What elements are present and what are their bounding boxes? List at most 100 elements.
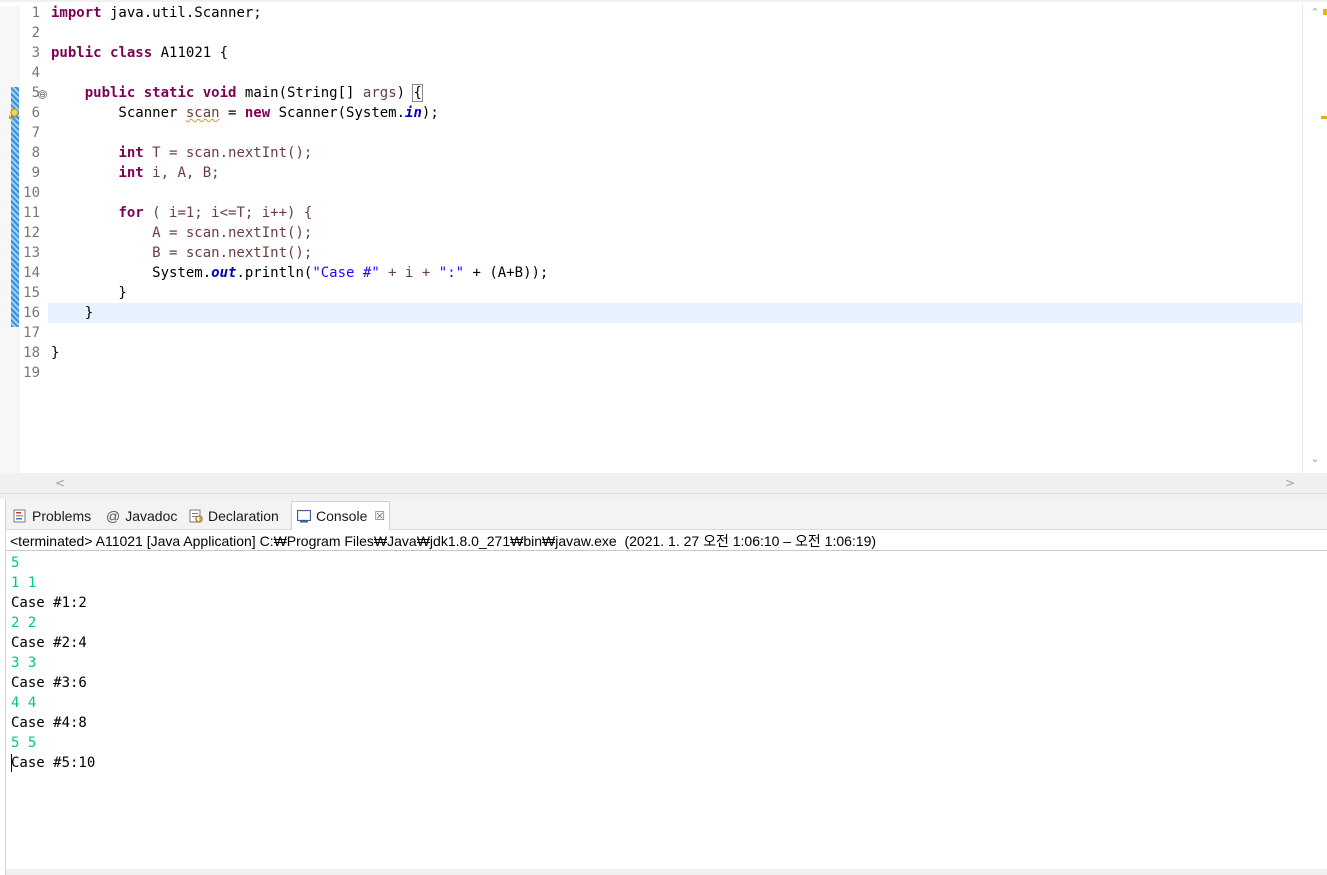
code-text-area[interactable]: import java.util.Scanner; public class A… — [48, 3, 1302, 473]
parameter-name: args — [362, 85, 397, 101]
tab-problems[interactable]: Problems — [8, 502, 95, 530]
line-number: 2 — [31, 25, 40, 41]
panel-tab-bar: Problems @ Javadoc Declaration Console ☒ — [6, 499, 1327, 530]
tab-label: Declaration — [208, 508, 279, 524]
code-text: ); — [421, 105, 439, 121]
at-sign-icon: @ — [106, 508, 121, 524]
code-editor[interactable]: ⊖ 1 2 3 4 5 6 7 8 9 10 11 12 13 14 15 16 17 18 19 import j… — [0, 0, 1327, 493]
line-number: 3 — [31, 45, 40, 61]
line-number: 10 — [23, 185, 40, 201]
code-text: .println( — [236, 265, 313, 281]
keyword: static — [143, 85, 195, 101]
matching-brace: { — [412, 84, 423, 102]
keyword: for — [118, 205, 144, 221]
code-text: = — [219, 105, 245, 121]
code-line-8: int T = scan.nextInt(); — [51, 143, 1301, 163]
line-number: 16 — [23, 305, 40, 321]
tab-label: Javadoc — [125, 508, 178, 524]
scroll-right-arrow[interactable]: > — [1284, 477, 1296, 489]
console-output-line: Case #3:6 — [11, 675, 87, 691]
scroll-corner — [0, 473, 48, 493]
code-text: A11021 { — [152, 45, 229, 61]
line-number: 19 — [23, 365, 40, 381]
warning-overview-marker[interactable] — [1323, 9, 1327, 15]
console-icon — [296, 508, 312, 524]
string-literal: ":" — [438, 265, 465, 281]
console-input-line: 5 — [11, 555, 20, 571]
code-line-13: B = scan.nextInt(); — [51, 245, 313, 261]
panel-bottom-border — [6, 869, 1327, 875]
line-number: 11 — [23, 205, 40, 221]
code-line-5: public static void main(String[] args) { — [51, 83, 1301, 103]
keyword: class — [110, 45, 153, 61]
code-line-1: import java.util.Scanner; — [51, 3, 1301, 23]
line-number: 14 — [23, 265, 40, 281]
line-number: 17 — [23, 325, 40, 341]
code-line-14: System.out.println("Case #" + i + ":" + … — [51, 263, 1301, 283]
line-number: 9 — [31, 165, 40, 181]
horizontal-scrollbar[interactable]: < > — [48, 473, 1302, 493]
console-output[interactable]: 5 1 1 Case #1:2 2 2 Case #2:4 3 3 Case #3:6 4 4… — [6, 551, 1327, 869]
string-literal: "Case #" — [312, 265, 380, 281]
line-number: 5 — [31, 85, 40, 101]
keyword: int — [118, 165, 144, 181]
line-number: 18 — [23, 345, 40, 361]
code-text: Scanner — [51, 105, 186, 121]
code-line-9: int i, A, B; — [51, 163, 1301, 183]
code-line-6: Scanner scan = new Scanner(System.in); — [51, 103, 1301, 123]
static-field: in — [405, 105, 422, 121]
keyword: public — [84, 85, 136, 101]
code-line-15: } — [51, 285, 127, 301]
code-text: ( i=1; i<=T; i++) { — [143, 205, 313, 221]
code-text: Scanner(System. — [270, 105, 406, 121]
code-line-18: } — [51, 345, 60, 361]
console-output-line: Case #4:8 — [11, 715, 87, 731]
static-field: out — [211, 265, 237, 281]
code-text: i, A, B; — [143, 165, 220, 181]
console-input-line: 3 3 — [11, 655, 37, 671]
warning-overview-marker[interactable] — [1321, 116, 1327, 119]
line-number: 7 — [31, 125, 40, 141]
scroll-corner — [1302, 473, 1327, 493]
tab-console[interactable]: Console ☒ — [291, 501, 391, 530]
code-text: ) — [396, 85, 414, 101]
code-line-3: public class A11021 { — [51, 43, 1301, 63]
keyword: int — [118, 145, 144, 161]
code-text: + (A+B)); — [464, 265, 549, 281]
code-text: System. — [51, 265, 212, 281]
code-text: main(String[] — [236, 85, 363, 101]
quick-diff-change-bar — [11, 87, 19, 327]
scroll-down-arrow[interactable]: ⌄ — [1309, 453, 1321, 465]
console-output-line: Case #1:2 — [11, 595, 87, 611]
line-number: 12 — [23, 225, 40, 241]
console-status-line: <terminated> A11021 [Java Application] C… — [6, 530, 1327, 551]
lightbulb-warning-icon[interactable] — [9, 108, 20, 119]
console-input-line: 2 2 — [11, 615, 37, 631]
scroll-up-arrow[interactable]: ⌃ — [1309, 7, 1321, 19]
tab-javadoc[interactable]: @ Javadoc — [102, 502, 181, 530]
keyword: new — [244, 105, 271, 121]
text-caret — [11, 754, 12, 772]
tab-label: Console — [316, 508, 368, 524]
console-output-line: Case #5:10 — [11, 755, 96, 771]
keyword: import — [51, 5, 102, 21]
line-number: 8 — [31, 145, 40, 161]
console-input-line: 5 5 — [11, 735, 37, 751]
tab-declaration[interactable]: Declaration — [184, 502, 283, 530]
close-icon[interactable]: ☒ — [374, 509, 385, 523]
line-number: 15 — [23, 285, 40, 301]
console-input-line: 1 1 — [11, 575, 37, 591]
console-input-line: 4 4 — [11, 695, 37, 711]
eclipse-ide-window: ⊖ 1 2 3 4 5 6 7 8 9 10 11 12 13 14 15 16 17 18 19 import j… — [0, 0, 1327, 875]
line-number: 1 — [31, 5, 40, 21]
overview-ruler[interactable]: ⌃ ⌄ — [1302, 3, 1327, 473]
line-number: 4 — [31, 65, 40, 81]
code-line-16: } — [51, 305, 94, 321]
scroll-left-arrow[interactable]: < — [54, 477, 66, 489]
editor-top-border — [0, 0, 1327, 2]
tab-label: Problems — [32, 508, 92, 524]
